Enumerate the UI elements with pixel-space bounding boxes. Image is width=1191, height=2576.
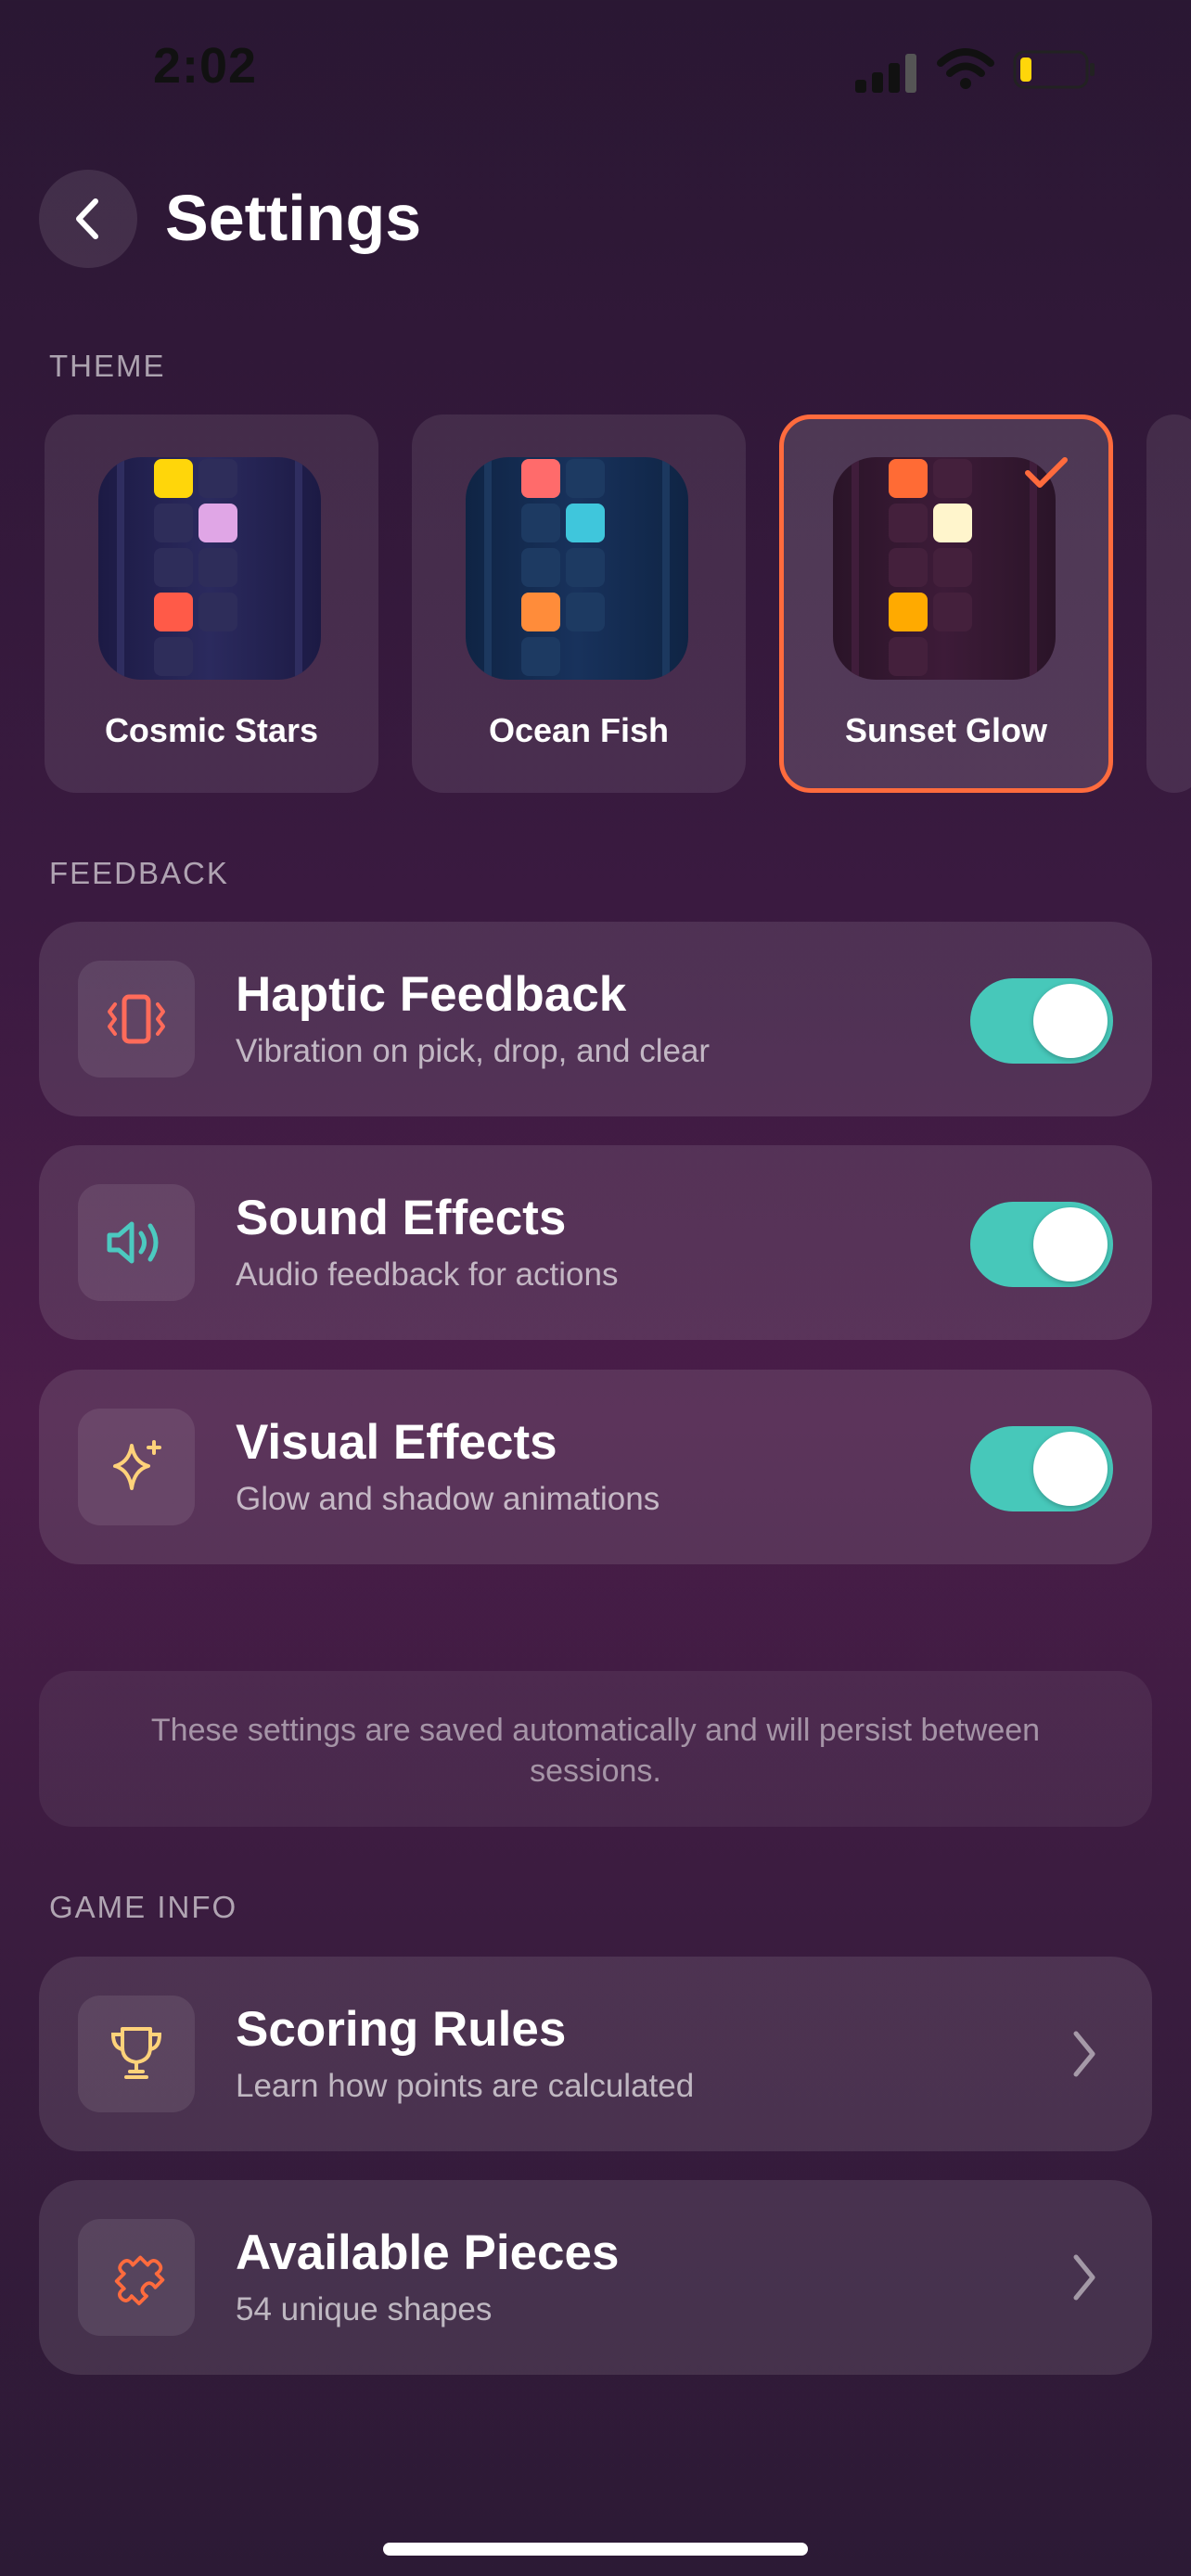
row-title: Scoring Rules [236,2002,567,2057]
sound-effects-row: Sound Effects Audio feedback for actions [39,1145,1152,1340]
scoring-rules-row[interactable]: Scoring Rules Learn how points are calcu… [39,1957,1152,2151]
battery-icon [1013,50,1095,89]
chevron-left-icon [76,198,98,239]
puzzle-icon [78,2219,195,2336]
theme-preview-ocean [466,457,688,680]
section-label-game-info: GAME INFO [49,1890,238,1924]
row-subtitle: Audio feedback for actions [236,1256,619,1293]
wifi-icon [937,48,994,89]
row-title: Haptic Feedback [236,967,627,1022]
row-title: Available Pieces [236,2225,620,2280]
theme-card-cosmic-stars[interactable]: Cosmic Stars [45,414,378,793]
visual-effects-toggle[interactable] [970,1426,1113,1511]
speaker-icon [78,1184,195,1301]
theme-card-partial[interactable] [1146,414,1191,793]
row-subtitle: Glow and shadow animations [236,1481,660,1517]
section-label-feedback: FEEDBACK [49,856,229,890]
row-subtitle: Learn how points are calculated [236,2068,695,2104]
cellular-signal-icon [855,54,916,93]
theme-card-sunset-glow[interactable]: Sunset Glow [779,414,1113,793]
visual-effects-row: Visual Effects Glow and shadow animation… [39,1370,1152,1564]
status-time: 2:02 [153,38,258,94]
row-subtitle: Vibration on pick, drop, and clear [236,1033,711,1069]
back-button[interactable] [39,170,137,268]
sparkles-icon [78,1409,195,1525]
chevron-right-icon [1073,2254,1095,2301]
settings-note: These settings are saved automatically a… [39,1671,1152,1827]
toggle-knob [1033,1207,1108,1282]
available-pieces-row[interactable]: Available Pieces 54 unique shapes [39,2180,1152,2375]
vibration-icon [78,961,195,1078]
theme-name: Cosmic Stars [104,711,319,749]
theme-preview-sunset [833,457,1056,680]
haptic-feedback-row: Haptic Feedback Vibration on pick, drop,… [39,922,1152,1116]
page-title: Settings [165,182,422,254]
section-label-theme: THEME [49,349,166,383]
sound-effects-toggle[interactable] [970,1202,1113,1287]
haptic-feedback-toggle[interactable] [970,978,1113,1064]
theme-name: Sunset Glow [844,711,1048,749]
theme-preview-cosmic [98,457,321,680]
toggle-knob [1033,1432,1108,1506]
theme-card-ocean-fish[interactable]: Ocean Fish [412,414,746,793]
row-subtitle: 54 unique shapes [236,2291,493,2327]
chevron-right-icon [1073,2031,1095,2077]
row-title: Visual Effects [236,1415,557,1470]
trophy-icon [78,1996,195,2112]
row-title: Sound Effects [236,1191,567,1245]
theme-name: Ocean Fish [488,711,670,749]
toggle-knob [1033,984,1108,1058]
checkmark-icon [1025,457,1068,488]
home-indicator[interactable] [383,2543,808,2556]
